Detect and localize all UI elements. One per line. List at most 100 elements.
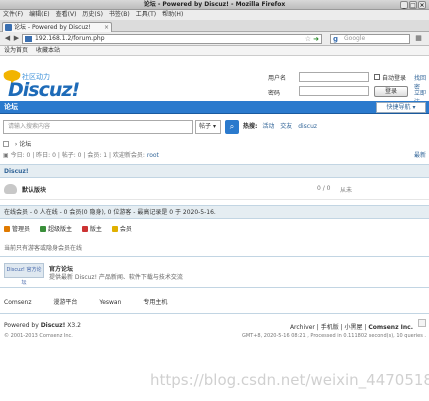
username-label: 用户名 (268, 75, 287, 82)
super-moderator-icon (39, 226, 46, 232)
addon-icon[interactable]: ▦ (414, 34, 423, 43)
window-title: 论坛 - Powered by Discuz! - Mozilla Firefo… (143, 1, 286, 8)
autologin-checkbox[interactable] (374, 74, 380, 80)
password-label: 密码 (268, 90, 281, 97)
forum-cloud-icon (4, 184, 17, 194)
bookmark-set-home[interactable]: 设为首页 (4, 47, 28, 54)
back-icon[interactable]: ◀ (3, 34, 12, 43)
tab-strip: 论坛 - Powered by Discuz! × (0, 20, 429, 32)
tab-close-icon[interactable]: × (104, 23, 109, 32)
category-header[interactable]: Discuz! (0, 164, 429, 178)
menu-view[interactable]: 查看(V) (53, 10, 80, 20)
hot-term[interactable]: discuz (298, 123, 317, 130)
forum-name[interactable]: 默认版块 (22, 185, 46, 194)
admin-icon (4, 226, 10, 232)
hot-search-label: 热搜: (243, 123, 258, 130)
page-content: 社区动力 Discuz! 用户名 自动登录 找回密 密码 登录 立即注 论坛 快… (0, 57, 429, 401)
official-logo[interactable]: Discuz! 官方论坛 (4, 263, 44, 286)
stats-icon: ▣ (3, 152, 9, 159)
menu-file[interactable]: 文件(F) (0, 10, 26, 20)
online-members-header: 在线会员 - 0 人在线 - 0 会员(0 隐身), 0 位游客 - 最高记录是… (0, 205, 429, 219)
address-bar[interactable]: 192.168.1.2/forum.php ☆ ➜ (22, 34, 322, 44)
divider (0, 287, 429, 288)
search-button[interactable]: ⌕ (225, 120, 239, 134)
breadcrumb-current[interactable]: 论坛 (19, 141, 31, 148)
group-legend: 管理员 超级版主 版主 会员 (4, 224, 140, 233)
friend-links: Comsenz 漫游平台 Yeswan 专用主机 (4, 297, 187, 306)
legend-super-mod: 超级版主 (39, 226, 72, 233)
moderator-icon (81, 226, 88, 232)
newest-member-link[interactable]: root (147, 152, 159, 159)
divider (0, 256, 429, 257)
logo-brand: Discuz! (8, 79, 80, 101)
friend-link[interactable]: Comsenz (4, 299, 31, 306)
username-input[interactable] (299, 72, 369, 82)
browser-search-field[interactable]: g Google (330, 34, 410, 44)
search-scope-select[interactable]: 帖子 ▾ (195, 120, 221, 134)
forum-row: 默认版块 0 / 0 从未 (0, 178, 429, 200)
search-scope-value: 帖子 (199, 123, 212, 130)
powered-prefix: Powered by (4, 322, 39, 329)
hot-term[interactable]: 活动 (262, 123, 274, 130)
tab-forum[interactable]: 论坛 - Powered by Discuz! × (2, 22, 112, 32)
home-icon[interactable] (3, 141, 9, 147)
footer-company[interactable]: Comsenz Inc. (368, 324, 413, 331)
powered-version: X3.2 (67, 322, 81, 329)
bookmark-favorite[interactable]: 收藏本站 (36, 47, 60, 54)
maximize-button[interactable]: □ (409, 1, 417, 9)
minimize-button[interactable]: _ (400, 1, 408, 9)
latest-posts-link[interactable]: 最新 (414, 151, 426, 161)
member-icon (111, 226, 118, 232)
autologin-label: 自动登录 (382, 75, 407, 82)
forum-nav-bar: 论坛 快捷导航 ▾ (0, 101, 429, 114)
menu-bar: 文件(F) 编辑(E) 查看(V) 历史(S) 书签(B) 工具(T) 帮助(H) (0, 10, 429, 20)
powered-by: Powered by Discuz! X3.2 (4, 322, 81, 329)
friend-link[interactable]: 专用主机 (143, 299, 167, 306)
bookmark-star-icon[interactable]: ☆ (305, 35, 311, 43)
divider (0, 313, 429, 314)
menu-edit[interactable]: 编辑(E) (26, 10, 52, 20)
forum-stats: ▣ 今日: 0 | 昨日: 0 | 帖子: 0 | 会员: 1 | 欢迎新会员:… (3, 151, 426, 161)
online-empty-text: 当前只有游客或隐身会员在线 (4, 245, 83, 252)
login-button[interactable]: 登录 (374, 86, 408, 97)
go-arrow-icon[interactable]: ➜ (313, 35, 319, 43)
official-desc: 提供最新 Discuz! 产品新闻、软件下载与技术交流 (49, 274, 183, 281)
menu-tools[interactable]: 工具(T) (133, 10, 159, 20)
navigation-toolbar: ◀ ▶ 192.168.1.2/forum.php ☆ ➜ g Google ▦ (0, 32, 429, 46)
quick-nav-label: 快捷导航 (386, 104, 411, 111)
forum-search-bar: 请输入搜索内容 帖子 ▾ ⌕ 热搜: 活动 交友 discuz (3, 120, 426, 136)
bookmark-bar: 设为首页 收藏本站 (0, 46, 429, 56)
breadcrumb: › 论坛 (3, 139, 31, 148)
google-icon: g (333, 35, 339, 43)
friend-link[interactable]: 漫游平台 (53, 299, 77, 306)
tab-label: 论坛 - Powered by Discuz! (14, 24, 91, 31)
footer-link-group[interactable]: Archiver | 手机版 | 小黑屋 | (290, 324, 368, 331)
stats-text: 今日: 0 | 昨日: 0 | 帖子: 0 | 会员: 1 | 欢迎新会员: (10, 152, 147, 159)
close-window-button[interactable]: × (418, 1, 426, 9)
chevron-down-icon: ▾ (212, 123, 216, 130)
quick-nav-button[interactable]: 快捷导航 ▾ (376, 102, 426, 113)
scroll-top-button[interactable] (418, 319, 426, 327)
browser-search-placeholder: Google (344, 35, 366, 42)
legend-mod: 版主 (81, 226, 102, 233)
friend-link[interactable]: Yeswan (99, 299, 121, 306)
breadcrumb-separator: › (14, 141, 18, 148)
forward-icon[interactable]: ▶ (12, 34, 21, 43)
footer-timing: GMT+8, 2020-5-16 08:21 , Processed in 0.… (241, 333, 426, 339)
forum-search-input[interactable]: 请输入搜索内容 (3, 120, 193, 134)
window-titlebar: 论坛 - Powered by Discuz! - Mozilla Firefo… (0, 0, 429, 10)
forum-last-post: 从未 (340, 187, 353, 194)
favicon-icon (5, 24, 12, 31)
site-identity-icon (25, 36, 32, 42)
hot-searches: 热搜: 活动 交友 discuz (243, 120, 321, 134)
hot-term[interactable]: 交友 (280, 123, 292, 130)
copyright: © 2001-2013 Comsenz Inc. (4, 333, 73, 339)
forum-counts: 0 / 0 (317, 185, 331, 192)
powered-brand[interactable]: Discuz! (41, 322, 66, 329)
menu-bookmarks[interactable]: 书签(B) (106, 10, 133, 20)
password-input[interactable] (299, 86, 369, 96)
menu-history[interactable]: 历史(S) (79, 10, 106, 20)
nav-home-link[interactable]: 论坛 (4, 101, 18, 114)
menu-help[interactable]: 帮助(H) (159, 10, 186, 20)
chevron-down-icon: ▾ (412, 104, 416, 111)
